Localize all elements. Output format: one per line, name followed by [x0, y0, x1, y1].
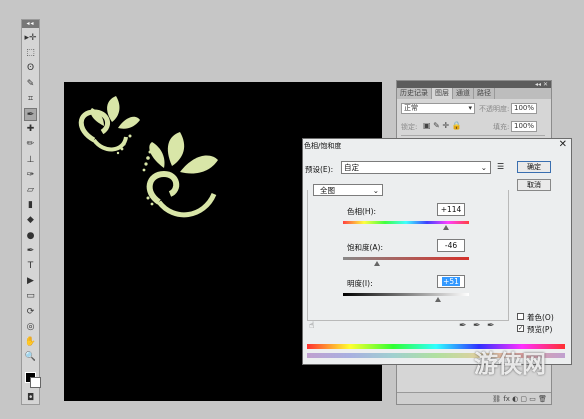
dot — [144, 162, 148, 166]
lightness-slider-track[interactable] — [343, 293, 469, 296]
blend-mode-select[interactable]: 正常 ▾ — [401, 103, 475, 114]
saturation-slider-thumb[interactable] — [374, 261, 381, 266]
colorize-checkbox[interactable] — [517, 313, 524, 320]
eyedropper-icon[interactable]: ✒ — [459, 321, 467, 331]
shape-tool-icon[interactable]: ▭ — [24, 290, 37, 303]
spot-heal-tool-icon[interactable]: ✚ — [24, 123, 37, 136]
pen-tool-icon[interactable]: ✒ — [24, 245, 37, 258]
lightness-value: +51 — [442, 277, 460, 286]
quick-mask-icon[interactable]: ◘ — [24, 392, 37, 405]
preset-label: 预设(E): — [305, 165, 334, 174]
stamp-tool-icon[interactable]: ⊥ — [24, 154, 37, 167]
dot — [142, 168, 146, 172]
marquee-tool-icon[interactable]: ⬚ — [24, 47, 37, 60]
path-select-tool-icon[interactable]: ▶ — [24, 275, 37, 288]
move-tool-icon[interactable]: ▸✛ — [24, 32, 37, 45]
preset-value: 自定 — [344, 163, 359, 172]
chevron-down-icon: ⌄ — [480, 163, 487, 172]
hand-tool-icon[interactable]: ✋ — [24, 336, 37, 349]
saturation-slider-track[interactable] — [343, 257, 469, 260]
dot — [148, 150, 152, 154]
lightness-label: 明度(I): — [347, 279, 373, 288]
dot — [128, 134, 132, 138]
hue-saturation-dialog: 色相/饱和度 ✕ 预设(E): 自定 ⌄ ☰ 确定 取消 全图 ⌄ 色相(H):… — [302, 138, 572, 365]
hue-input[interactable]: +114 — [437, 203, 465, 216]
dot — [120, 147, 124, 151]
tools-panel: ◂◂ ▸✛ ⬚ ʘ ✎ ⌗ ✒ ✚ ✏ ⊥ ✑ ▱ ▮ ◆ ● ✒ T ▶ ▭ ⟳ ◎ ✋ 🔍 ◘ — [21, 19, 41, 405]
artwork-leaves — [90, 96, 218, 174]
dot — [146, 196, 150, 200]
layer-actions[interactable]: ⛓ fx ◐ ▢ ▭ 🗑 — [397, 392, 551, 404]
lightness-input[interactable]: +51 — [437, 275, 465, 288]
eyedropper-minus-icon[interactable]: ✒ — [487, 321, 495, 331]
opacity-label: 不透明度: — [479, 105, 510, 113]
leaf — [118, 116, 140, 129]
leaf — [149, 142, 165, 168]
opacity-input[interactable]: 100% — [511, 103, 537, 114]
hue-slider-track[interactable] — [343, 221, 469, 224]
background-color-swatch[interactable] — [30, 377, 41, 388]
dot — [116, 151, 120, 155]
swirl-right-tail — [157, 192, 217, 218]
fill-input[interactable]: 100% — [511, 121, 537, 132]
lock-icons[interactable]: ▣ ✎ ✛ 🔒 — [423, 121, 462, 130]
chevron-down-icon: ▾ — [468, 104, 472, 112]
tab-paths[interactable]: 路径 — [474, 88, 495, 99]
leaf — [180, 155, 218, 174]
zoom-tool-icon[interactable]: 🔍 — [24, 351, 37, 364]
eraser-tool-icon[interactable]: ▱ — [24, 184, 37, 197]
saturation-input[interactable]: -46 — [437, 239, 465, 252]
lightness-slider-thumb[interactable] — [434, 297, 441, 302]
gradient-tool-icon[interactable]: ▮ — [24, 199, 37, 212]
3d-orbit-tool-icon[interactable]: ◎ — [24, 321, 37, 334]
dot — [146, 156, 150, 160]
type-tool-icon[interactable]: T — [24, 260, 37, 273]
eyedropper-plus-icon[interactable]: ✒ — [473, 321, 481, 331]
blur-tool-icon[interactable]: ◆ — [24, 214, 37, 227]
colorize-label: 着色(O) — [527, 313, 554, 322]
dot — [154, 146, 158, 150]
dot — [150, 202, 154, 206]
hue-label: 色相(H): — [347, 207, 377, 216]
lasso-tool-icon[interactable]: ʘ — [24, 62, 37, 75]
watermark-logo: 游侠网 — [474, 350, 546, 378]
saturation-label: 饱和度(A): — [347, 243, 384, 252]
tab-history[interactable]: 历史记录 — [397, 88, 432, 99]
3d-rotate-tool-icon[interactable]: ⟳ — [24, 306, 37, 319]
close-icon[interactable]: ✕ — [559, 139, 567, 150]
swirl-left-tail — [92, 136, 128, 152]
quick-select-tool-icon[interactable]: ✎ — [24, 78, 37, 91]
preset-select[interactable]: 自定 ⌄ — [341, 161, 491, 174]
divider — [401, 135, 545, 136]
tab-layers[interactable]: 图层 — [432, 88, 453, 99]
lock-label: 锁定: — [401, 123, 418, 131]
leaf — [167, 132, 185, 166]
adjustment-group — [307, 190, 509, 321]
dodge-tool-icon[interactable]: ● — [24, 230, 37, 243]
dot — [122, 142, 126, 146]
panel-tabs: 历史记录 图层 通道 路径 — [397, 88, 551, 99]
panel-grip[interactable]: ◂◂ — [22, 20, 39, 28]
fill-label: 填充: — [493, 123, 510, 131]
tab-channels[interactable]: 通道 — [453, 88, 474, 99]
blend-mode-value: 正常 — [404, 104, 418, 112]
dialog-title: 色相/饱和度 — [304, 142, 342, 150]
swirl-right — [146, 170, 180, 205]
hue-slider-thumb[interactable] — [443, 225, 450, 230]
brush-tool-icon[interactable]: ✏ — [24, 138, 37, 151]
ok-button[interactable]: 确定 — [517, 161, 551, 173]
crop-tool-icon[interactable]: ⌗ — [24, 93, 37, 106]
panel-collapse[interactable]: ◂◂ ✕ — [397, 81, 551, 88]
preview-label: 预览(P) — [527, 325, 553, 334]
on-image-adjust-icon[interactable]: ☝ — [309, 321, 314, 331]
cancel-button[interactable]: 取消 — [517, 179, 551, 191]
history-brush-tool-icon[interactable]: ✑ — [24, 169, 37, 182]
preset-options-icon[interactable]: ☰ — [497, 162, 504, 171]
preview-checkbox[interactable]: ✓ — [517, 325, 524, 332]
eyedropper-tool-icon[interactable]: ✒ — [24, 108, 37, 121]
